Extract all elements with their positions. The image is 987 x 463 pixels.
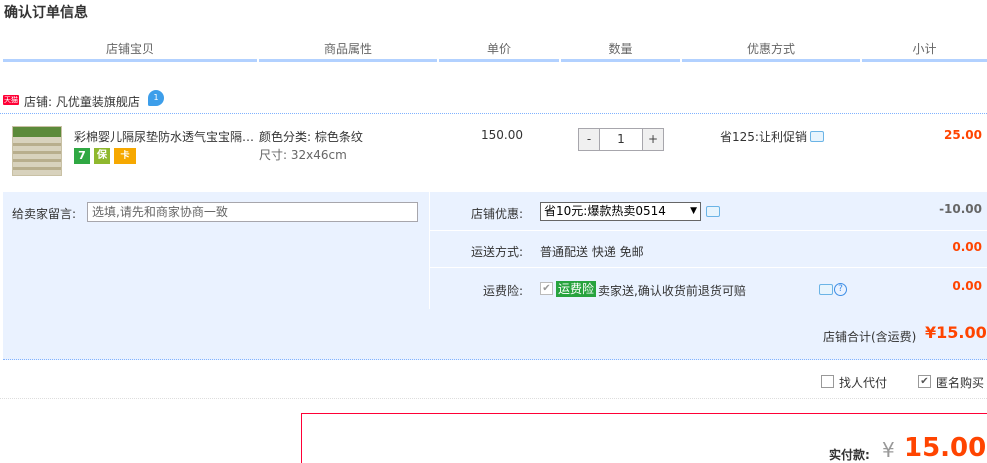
shipping-label: 运送方式:	[470, 245, 523, 259]
pay-label: 实付款:	[829, 448, 870, 462]
insurance-label: 运费险:	[482, 284, 523, 298]
shop-discount-value: -10.00	[939, 202, 982, 216]
pay-amount: 15.00	[904, 433, 987, 463]
pay-currency: ¥	[882, 438, 895, 462]
chevron-down-icon: ▼	[690, 206, 697, 216]
unit-price: 150.00	[481, 128, 523, 142]
shop-bar: 天猫 店铺: 凡优童装旗舰店 1	[0, 90, 987, 114]
divider	[429, 192, 430, 309]
column-header-quantity: 数量	[561, 36, 680, 62]
attr-size: 尺寸: 32x46cm	[259, 148, 347, 162]
column-header-discount: 优惠方式	[682, 36, 860, 62]
shop-total-label: 店铺合计(含运费)	[823, 330, 917, 344]
qty-plus-button[interactable]: +	[643, 129, 663, 150]
shop-total-value: ¥15.00	[925, 323, 987, 342]
guarantee-icon[interactable]: 保	[94, 148, 110, 164]
shipping-method: 普通配送 快递 免邮	[540, 245, 644, 259]
shipping-value: 0.00	[952, 240, 982, 254]
quantity-stepper[interactable]: - 1 +	[578, 128, 664, 151]
help-icon[interactable]: ?	[834, 283, 847, 296]
extra-options-row: 找人代付 ✔ 匿名购买	[0, 361, 987, 399]
discount-message-icon[interactable]	[706, 206, 720, 217]
promo-message-icon[interactable]	[810, 131, 824, 142]
insurance-text: 卖家送,确认收货前退货可赔	[598, 284, 746, 298]
anonymous-checkbox[interactable]: ✔	[918, 375, 931, 388]
agent-pay-checkbox[interactable]	[821, 375, 834, 388]
shop-discount-select[interactable]: 省10元:爆款热卖0514 ▼	[540, 202, 701, 221]
page-title: 确认订单信息	[4, 5, 88, 21]
credit-card-icon[interactable]: 卡	[114, 148, 136, 164]
qty-input[interactable]: 1	[599, 129, 643, 150]
column-header-subtotal: 小计	[862, 36, 987, 62]
wangwang-chat-icon[interactable]: 1	[148, 90, 164, 106]
insurance-badge: 运费险	[556, 281, 597, 297]
qty-minus-button[interactable]: -	[579, 129, 599, 150]
memo-label: 给卖家留言:	[12, 207, 77, 221]
divider	[430, 230, 987, 231]
column-header-row: 店铺宝贝 商品属性 单价 数量 优惠方式 小计	[0, 36, 987, 62]
agent-pay-label[interactable]: 找人代付	[839, 374, 887, 391]
memo-input[interactable]: 选填,请先和商家协商一致	[87, 202, 418, 222]
column-header-attributes: 商品属性	[259, 36, 437, 62]
seven-day-return-icon[interactable]: 7	[74, 148, 90, 164]
attr-color: 颜色分类: 棕色条纹	[259, 130, 363, 144]
tmall-icon: 天猫	[3, 95, 19, 105]
product-thumbnail[interactable]	[12, 126, 62, 176]
column-header-unit-price: 单价	[439, 36, 559, 62]
divider	[430, 267, 987, 268]
order-options-panel: 给卖家留言: 选填,请先和商家协商一致 店铺优惠: 省10元:爆款热卖0514 …	[3, 192, 987, 360]
product-title-link[interactable]: 彩棉婴儿隔尿垫防水透气宝宝隔尿垫	[74, 128, 256, 145]
item-subtotal: 25.00	[944, 128, 982, 142]
shop-name-link[interactable]: 店铺: 凡优童装旗舰店	[24, 93, 140, 110]
shop-discount-selected: 省10元:爆款热卖0514	[544, 204, 666, 218]
insurance-checkbox[interactable]: ✔	[540, 282, 553, 295]
insurance-message-icon[interactable]	[819, 284, 833, 295]
insurance-value: 0.00	[952, 279, 982, 293]
anonymous-label[interactable]: 匿名购买	[936, 374, 984, 391]
shop-discount-label: 店铺优惠:	[470, 207, 523, 221]
column-header-shop-item: 店铺宝贝	[3, 36, 257, 62]
order-item-row: 彩棉婴儿隔尿垫防水透气宝宝隔尿垫 7 保 卡 颜色分类: 棕色条纹 尺寸: 32…	[0, 115, 987, 191]
promo-text: 省125:让利促销	[720, 130, 807, 144]
